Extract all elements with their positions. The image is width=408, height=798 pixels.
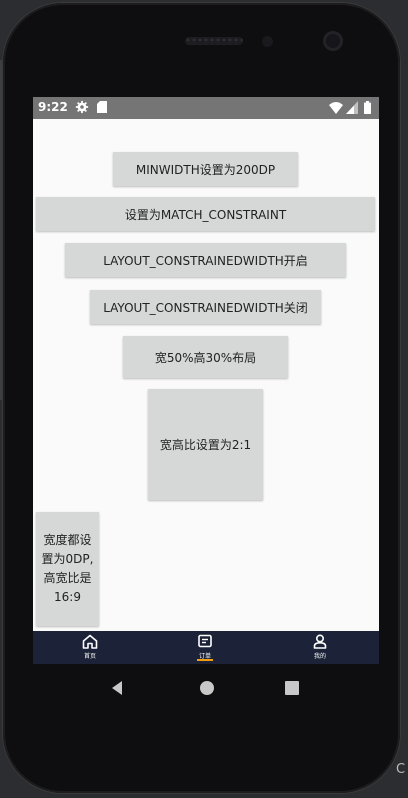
zero-dp-button[interactable]: 宽度都设置为0DP,高宽比是16:9	[36, 512, 99, 626]
status-bar: 9:22	[33, 97, 379, 119]
percent-layout-button[interactable]: 宽50%高30%布局	[123, 336, 288, 378]
wifi-icon	[329, 102, 343, 114]
order-icon	[198, 634, 212, 648]
user-icon	[313, 634, 327, 649]
proximity-sensor	[323, 31, 343, 51]
match-constraint-button[interactable]: 设置为MATCH_CONSTRAINT	[36, 197, 375, 231]
constrained-width-off-button[interactable]: LAYOUT_CONSTRAINEDWIDTH关闭	[90, 290, 321, 324]
nav-item-order[interactable]: 订单	[175, 631, 235, 664]
system-navigation-bar	[33, 664, 379, 712]
minwidth-button[interactable]: MINWIDTH设置为200DP	[113, 152, 298, 186]
back-icon[interactable]	[110, 680, 124, 696]
front-camera	[262, 36, 273, 47]
recents-icon[interactable]	[285, 681, 299, 695]
selected-indicator	[197, 659, 213, 661]
nav-label-home: 首页	[83, 653, 96, 660]
gear-icon	[75, 100, 89, 114]
earpiece-speaker	[185, 37, 243, 45]
bottom-navigation: 首页 订单 我的	[33, 631, 379, 664]
ide-text-fragment: C	[396, 762, 406, 777]
nav-item-mine[interactable]: 我的	[290, 631, 350, 664]
status-time: 9:22	[38, 100, 68, 114]
signal-icon	[346, 101, 358, 114]
constrained-width-on-button[interactable]: LAYOUT_CONSTRAINEDWIDTH开启	[65, 243, 346, 277]
home-circle-icon[interactable]	[200, 681, 214, 695]
app-screen: 9:22 MINWIDTH设置为200DP 设置为MATCH_CONSTRAIN…	[33, 97, 379, 664]
nav-label-mine: 我的	[313, 653, 326, 660]
nav-item-home[interactable]: 首页	[60, 631, 120, 664]
ratio-button[interactable]: 宽高比设置为2:1	[148, 389, 263, 500]
sd-card-icon	[97, 101, 107, 113]
home-icon	[82, 634, 98, 649]
battery-icon	[364, 101, 371, 114]
